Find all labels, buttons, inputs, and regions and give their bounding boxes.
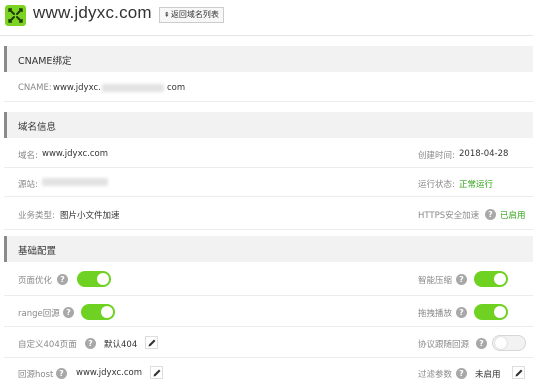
origin-label: 源站:: [18, 180, 38, 190]
range-toggle[interactable]: [81, 304, 115, 320]
config-section-header: 基础配置: [4, 236, 533, 262]
help-icon[interactable]: ?: [63, 307, 74, 318]
drag-play-toggle[interactable]: [474, 304, 508, 320]
info-section-header: 域名信息: [4, 112, 533, 138]
https-value: 已启用: [500, 211, 526, 221]
domain-label: 域名:: [18, 151, 38, 161]
range-label: range回源: [18, 309, 60, 319]
status-value: 正常运行: [459, 180, 494, 190]
back-to-domain-list-button[interactable]: ⇞返回域名列表: [159, 7, 224, 23]
edit-filter-params-button[interactable]: [512, 366, 525, 379]
created-value: 2018-04-28: [459, 149, 509, 159]
https-label: HTTPS安全加速: [418, 211, 480, 221]
back-button-label: 返回域名列表: [170, 10, 219, 19]
info-row-domain: 域名: www.jdyxc.com 创建时间: 2018-04-28: [4, 138, 533, 168]
edit-custom404-button[interactable]: [145, 336, 158, 349]
page-opt-toggle[interactable]: [77, 271, 111, 287]
custom404-value: 默认404: [104, 340, 138, 350]
cname-label: CNAME:: [18, 83, 52, 93]
help-icon[interactable]: ?: [485, 209, 496, 220]
config-row-4: 回源host ? www.jdyxc.com 过滤参数 ? 未启用: [4, 358, 533, 383]
biz-type-label: 业务类型:: [18, 211, 55, 221]
cname-value-suffix: com: [167, 83, 186, 93]
cname-row: CNAME: www.jdyxc. com: [4, 72, 533, 102]
compress-label: 智能压缩: [418, 276, 453, 286]
redacted-origin: [42, 178, 108, 186]
config-section-title: 基础配置: [18, 246, 57, 257]
cname-section-header: CNAME绑定: [4, 46, 533, 72]
edit-host-button[interactable]: [150, 366, 163, 379]
host-value: www.jdyxc.com: [76, 368, 142, 378]
help-icon[interactable]: ?: [456, 274, 467, 285]
config-row-2: range回源 ? 拖拽播放 ?: [4, 296, 533, 327]
config-row-3: 自定义404页面 ? 默认404 协议跟随回源 ?: [4, 327, 533, 358]
filter-params-value: 未启用: [475, 370, 501, 380]
redacted-cname: [102, 84, 164, 92]
protocol-follow-toggle[interactable]: [492, 335, 526, 351]
status-label: 运行状态:: [418, 180, 455, 190]
cname-value-prefix: www.jdyxc.: [53, 83, 101, 93]
info-section-title: 域名信息: [18, 122, 57, 133]
page-header: www.jdyxc.com ⇞返回域名列表: [0, 0, 533, 36]
pencil-icon: [515, 369, 523, 377]
drag-play-label: 拖拽播放: [418, 309, 453, 319]
pencil-icon: [153, 369, 161, 377]
cname-section-title: CNAME绑定: [18, 56, 72, 67]
cross-arrows-icon: [5, 5, 26, 26]
help-icon[interactable]: ?: [456, 307, 467, 318]
header-divider: [0, 35, 533, 36]
config-row-1: 页面优化 ? 智能压缩 ?: [4, 262, 533, 296]
compress-toggle[interactable]: [474, 271, 508, 287]
biz-type-value: 图片小文件加速: [60, 211, 120, 221]
custom404-label: 自定义404页面: [18, 340, 77, 350]
info-row-origin: 源站: 运行状态: 正常运行: [4, 168, 533, 197]
protocol-follow-label: 协议跟随回源: [418, 340, 470, 350]
help-icon[interactable]: ?: [456, 368, 467, 379]
filter-params-label: 过滤参数: [418, 370, 453, 380]
page-opt-label: 页面优化: [18, 276, 53, 286]
help-icon[interactable]: ?: [85, 338, 96, 349]
help-icon[interactable]: ?: [57, 274, 68, 285]
info-row-biz: 业务类型: 图片小文件加速 HTTPS安全加速 ? 已启用: [4, 197, 533, 230]
help-icon[interactable]: ?: [56, 368, 67, 379]
up-arrow-icon: ⇞: [164, 11, 170, 19]
host-label: 回源host: [18, 370, 54, 380]
page-title: www.jdyxc.com: [33, 3, 152, 22]
pencil-icon: [148, 339, 156, 347]
created-label: 创建时间:: [418, 151, 455, 161]
domain-value: www.jdyxc.com: [42, 149, 108, 159]
help-icon[interactable]: ?: [476, 338, 487, 349]
